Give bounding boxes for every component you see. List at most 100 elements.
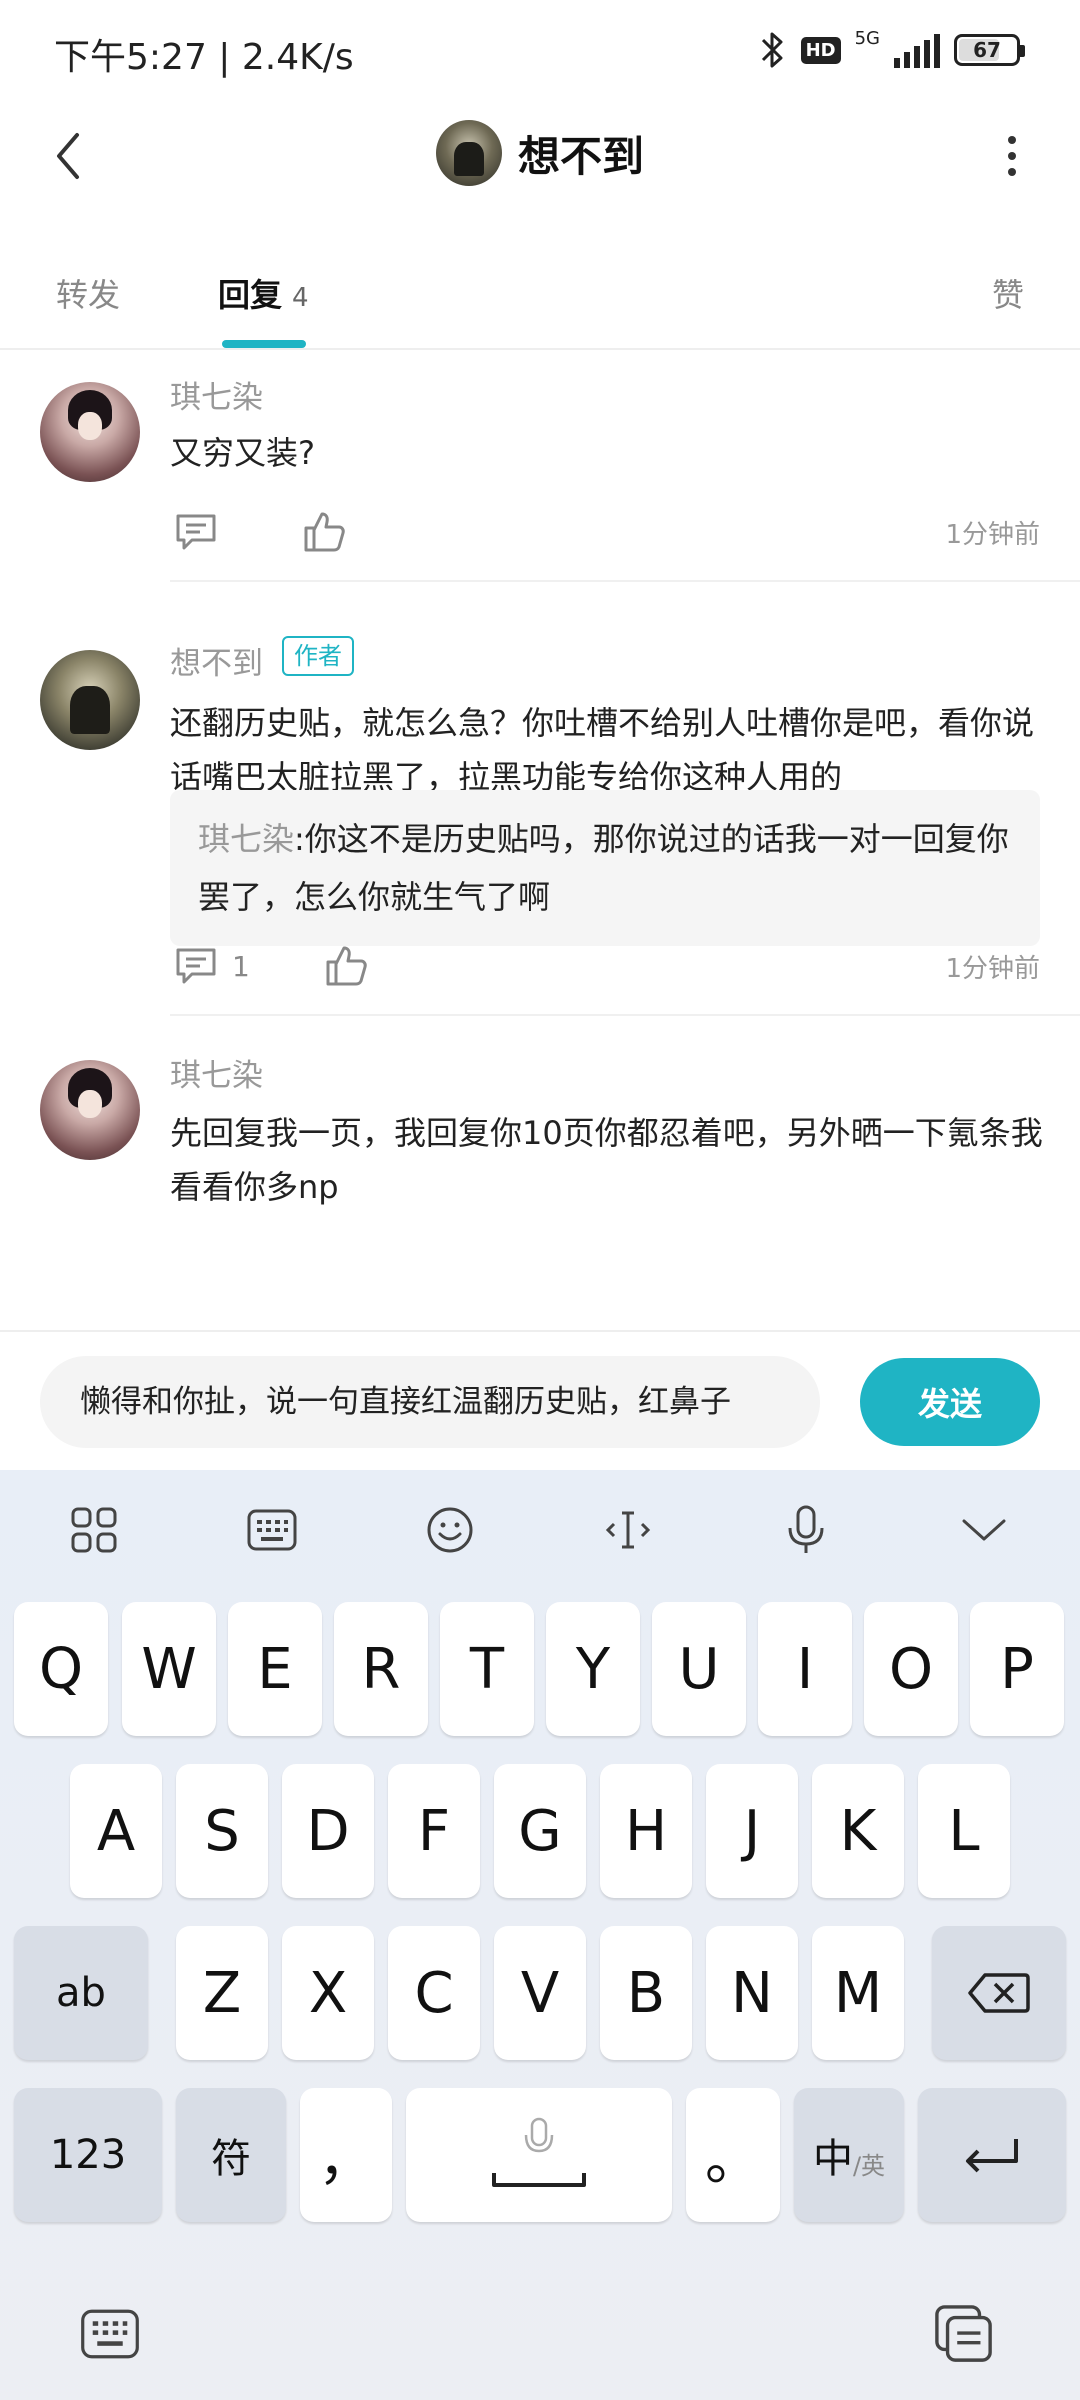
- tab-bar: 转发 回复 4 赞: [0, 230, 1080, 350]
- avatar[interactable]: [40, 650, 140, 750]
- signal-icon: [894, 32, 940, 68]
- avatar[interactable]: [435, 120, 502, 186]
- keyboard-toolbar: [0, 1470, 1080, 1590]
- battery-icon: 67: [954, 34, 1025, 66]
- comment-author[interactable]: 想不到: [170, 638, 263, 683]
- enter-key[interactable]: [918, 2088, 1066, 2222]
- reply-input[interactable]: 懒得和你扯，说一句直接红温翻历史贴，红鼻子: [40, 1356, 820, 1448]
- key-f[interactable]: F: [388, 1764, 480, 1898]
- key-w[interactable]: W: [122, 1602, 216, 1736]
- comment-time: 1分钟前: [945, 520, 1040, 550]
- lang-sub: /英: [852, 2151, 886, 2180]
- chevron-down-icon[interactable]: [954, 1500, 1014, 1560]
- backspace-key[interactable]: [932, 1926, 1066, 2060]
- key-symbols[interactable]: 符: [176, 2088, 286, 2222]
- thumbs-up-icon: [326, 946, 367, 986]
- key-k[interactable]: K: [812, 1764, 904, 1898]
- key-c[interactable]: C: [388, 1926, 480, 2060]
- reply-button[interactable]: 1: [174, 946, 250, 986]
- network-type: 5G: [854, 27, 880, 49]
- comment-text[interactable]: 又穷又装?: [170, 426, 1050, 480]
- key-l[interactable]: L: [918, 1764, 1010, 1898]
- clipboard-icon[interactable]: [934, 2304, 994, 2364]
- divider: [170, 580, 1080, 582]
- comment-actions: 1分钟前: [170, 504, 1040, 564]
- key-g[interactable]: G: [494, 1764, 586, 1898]
- comment-author[interactable]: 琪七染: [170, 1050, 263, 1095]
- cursor-move-icon[interactable]: [598, 1500, 658, 1560]
- reply-input-bar: 懒得和你扯，说一句直接红温翻历史贴，红鼻子 发送: [0, 1330, 1080, 1470]
- key-u[interactable]: U: [652, 1602, 746, 1736]
- key-a[interactable]: A: [70, 1764, 162, 1898]
- comment-actions: 1 1分钟前: [170, 938, 1040, 998]
- key-b[interactable]: B: [600, 1926, 692, 2060]
- key-y[interactable]: Y: [546, 1602, 640, 1736]
- status-icons: HD 5G 67: [759, 26, 1025, 74]
- quote-author[interactable]: 琪七染: [198, 820, 294, 858]
- avatar[interactable]: [40, 1060, 140, 1160]
- key-h[interactable]: H: [600, 1764, 692, 1898]
- author-badge: 作者: [282, 636, 354, 676]
- like-button[interactable]: [324, 944, 368, 992]
- key-s[interactable]: S: [176, 1764, 268, 1898]
- reply-button[interactable]: [174, 512, 218, 552]
- divider: [170, 1014, 1080, 1016]
- quoted-reply[interactable]: 琪七染:你这不是历史贴吗，那你说过的话我一对一回复你罢了，怎么你就生气了啊: [170, 790, 1040, 946]
- key-t[interactable]: T: [440, 1602, 534, 1736]
- key-e[interactable]: E: [228, 1602, 322, 1736]
- key-x[interactable]: X: [282, 1926, 374, 2060]
- header-user[interactable]: 想不到: [0, 120, 1080, 186]
- bluetooth-icon: [761, 32, 783, 68]
- hd-badge: HD: [800, 36, 841, 64]
- lang-main: 中: [812, 2136, 853, 2182]
- like-button[interactable]: [302, 510, 346, 558]
- avatar[interactable]: [40, 382, 140, 482]
- microphone-icon[interactable]: [776, 1500, 836, 1560]
- send-button[interactable]: 发送: [860, 1358, 1040, 1446]
- key-n[interactable]: N: [706, 1926, 798, 2060]
- tab-reply[interactable]: 回复 4: [218, 270, 309, 316]
- status-time: 下午5:27 | 2.4K/s: [54, 37, 354, 78]
- key-r[interactable]: R: [334, 1602, 428, 1736]
- comment-text[interactable]: 先回复我一页，我回复你10页你都忍着吧，另外晒一下氪条我看看你多np: [170, 1106, 1050, 1214]
- keyboard-layout-icon[interactable]: [242, 1500, 302, 1560]
- backspace-icon: [968, 1973, 1030, 2013]
- keyboard-switch-icon[interactable]: [80, 2304, 140, 2364]
- more-dots-icon: [1008, 136, 1016, 144]
- emoji-icon[interactable]: [420, 1500, 480, 1560]
- battery-level: 67: [973, 38, 1001, 62]
- tab-reply-count: 4: [292, 283, 309, 313]
- key-d[interactable]: D: [282, 1764, 374, 1898]
- thumbs-up-icon: [304, 512, 345, 552]
- space-mic-icon: [492, 2117, 586, 2187]
- more-button[interactable]: [984, 128, 1040, 184]
- key-z[interactable]: Z: [176, 1926, 268, 2060]
- tab-like[interactable]: 赞: [992, 270, 1024, 316]
- status-bar: 下午5:27 | 2.4K/s HD 5G 67: [0, 0, 1080, 100]
- comment-time: 1分钟前: [945, 954, 1040, 984]
- comment-icon: [176, 514, 216, 550]
- reply-count: 1: [232, 949, 250, 983]
- keyboard-bottom-bar: [0, 2280, 1080, 2400]
- key-123[interactable]: 123: [14, 2088, 162, 2222]
- comment-author[interactable]: 琪七染: [170, 372, 263, 417]
- apps-grid-icon[interactable]: [64, 1500, 124, 1560]
- language-toggle-key[interactable]: 中/英: [794, 2088, 904, 2222]
- key-v[interactable]: V: [494, 1926, 586, 2060]
- space-key[interactable]: [406, 2088, 672, 2222]
- tab-reply-label: 回复: [218, 276, 283, 314]
- key-i[interactable]: I: [758, 1602, 852, 1736]
- comment-text[interactable]: 还翻历史贴，就怎么急？你吐槽不给别人吐槽你是吧，看你说话嘴巴太脏拉黑了，拉黑功能…: [170, 696, 1050, 804]
- key-p[interactable]: P: [970, 1602, 1064, 1736]
- key-j[interactable]: J: [706, 1764, 798, 1898]
- key-period[interactable]: 。: [686, 2088, 780, 2222]
- key-m[interactable]: M: [812, 1926, 904, 2060]
- tab-forward[interactable]: 转发: [56, 270, 120, 316]
- comment-icon: [176, 948, 216, 984]
- key-o[interactable]: O: [864, 1602, 958, 1736]
- key-ab[interactable]: ab: [14, 1926, 148, 2060]
- quote-text: :你这不是历史贴吗，那你说过的话我一对一回复你罢了，怎么你就生气了啊: [198, 820, 1009, 916]
- key-comma[interactable]: ，: [300, 2088, 392, 2222]
- comment-list: 琪七染 又穷又装? 1分钟前 想不到 作者 还翻历史贴，就怎么急？你吐槽不给别人: [0, 352, 1080, 1330]
- key-q[interactable]: Q: [14, 1602, 108, 1736]
